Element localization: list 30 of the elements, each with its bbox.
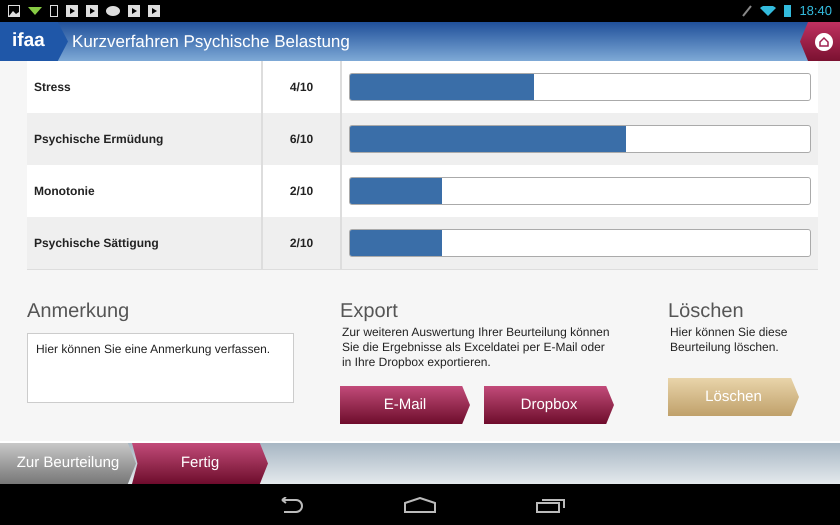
result-score: 2/10 [290, 235, 314, 252]
home-button[interactable] [800, 22, 840, 61]
clock-time: 18:40 [799, 2, 832, 20]
recent-apps-icon[interactable] [536, 496, 566, 512]
section-heading: Anmerkung [27, 299, 130, 323]
result-name: Psychische Sättigung [34, 235, 159, 252]
result-score: 4/10 [290, 79, 314, 96]
section-heading: Export [340, 299, 399, 323]
bottom-tab[interactable]: Fertig [132, 443, 268, 484]
result-score: 6/10 [290, 131, 314, 148]
image-icon [8, 5, 20, 17]
section-heading: Löschen [668, 299, 745, 323]
result-name: Monotonie [34, 183, 95, 200]
mute-icon [742, 5, 752, 17]
result-name: Stress [34, 79, 71, 96]
download-icon [28, 7, 42, 15]
home-icon[interactable] [404, 496, 436, 512]
battery-icon [784, 5, 792, 17]
app-title: Kurzverfahren Psychische Belastung [72, 30, 351, 53]
result-name: Psychische Ermüdung [34, 131, 164, 148]
note-field[interactable]: Hier können Sie eine Anmerkung verfassen. [27, 333, 294, 403]
delete-description: Hier können Sie diese Beurteilung löschen. [669, 325, 788, 355]
phone-icon [50, 5, 58, 17]
export-button[interactable]: E-Mail [340, 386, 470, 424]
result-score: 2/10 [290, 183, 314, 200]
logo-text: ifaa [12, 29, 45, 54]
wifi-icon [760, 6, 776, 16]
export-description: Zur weiteren Auswertung Ihrer Beurteilung können Sie die Ergebnisse als Exceldatei per E-Mail oder in Ihre Dropbox exportieren. [341, 325, 610, 370]
home-icon [815, 32, 833, 50]
export-button[interactable]: Dropbox [484, 386, 614, 424]
